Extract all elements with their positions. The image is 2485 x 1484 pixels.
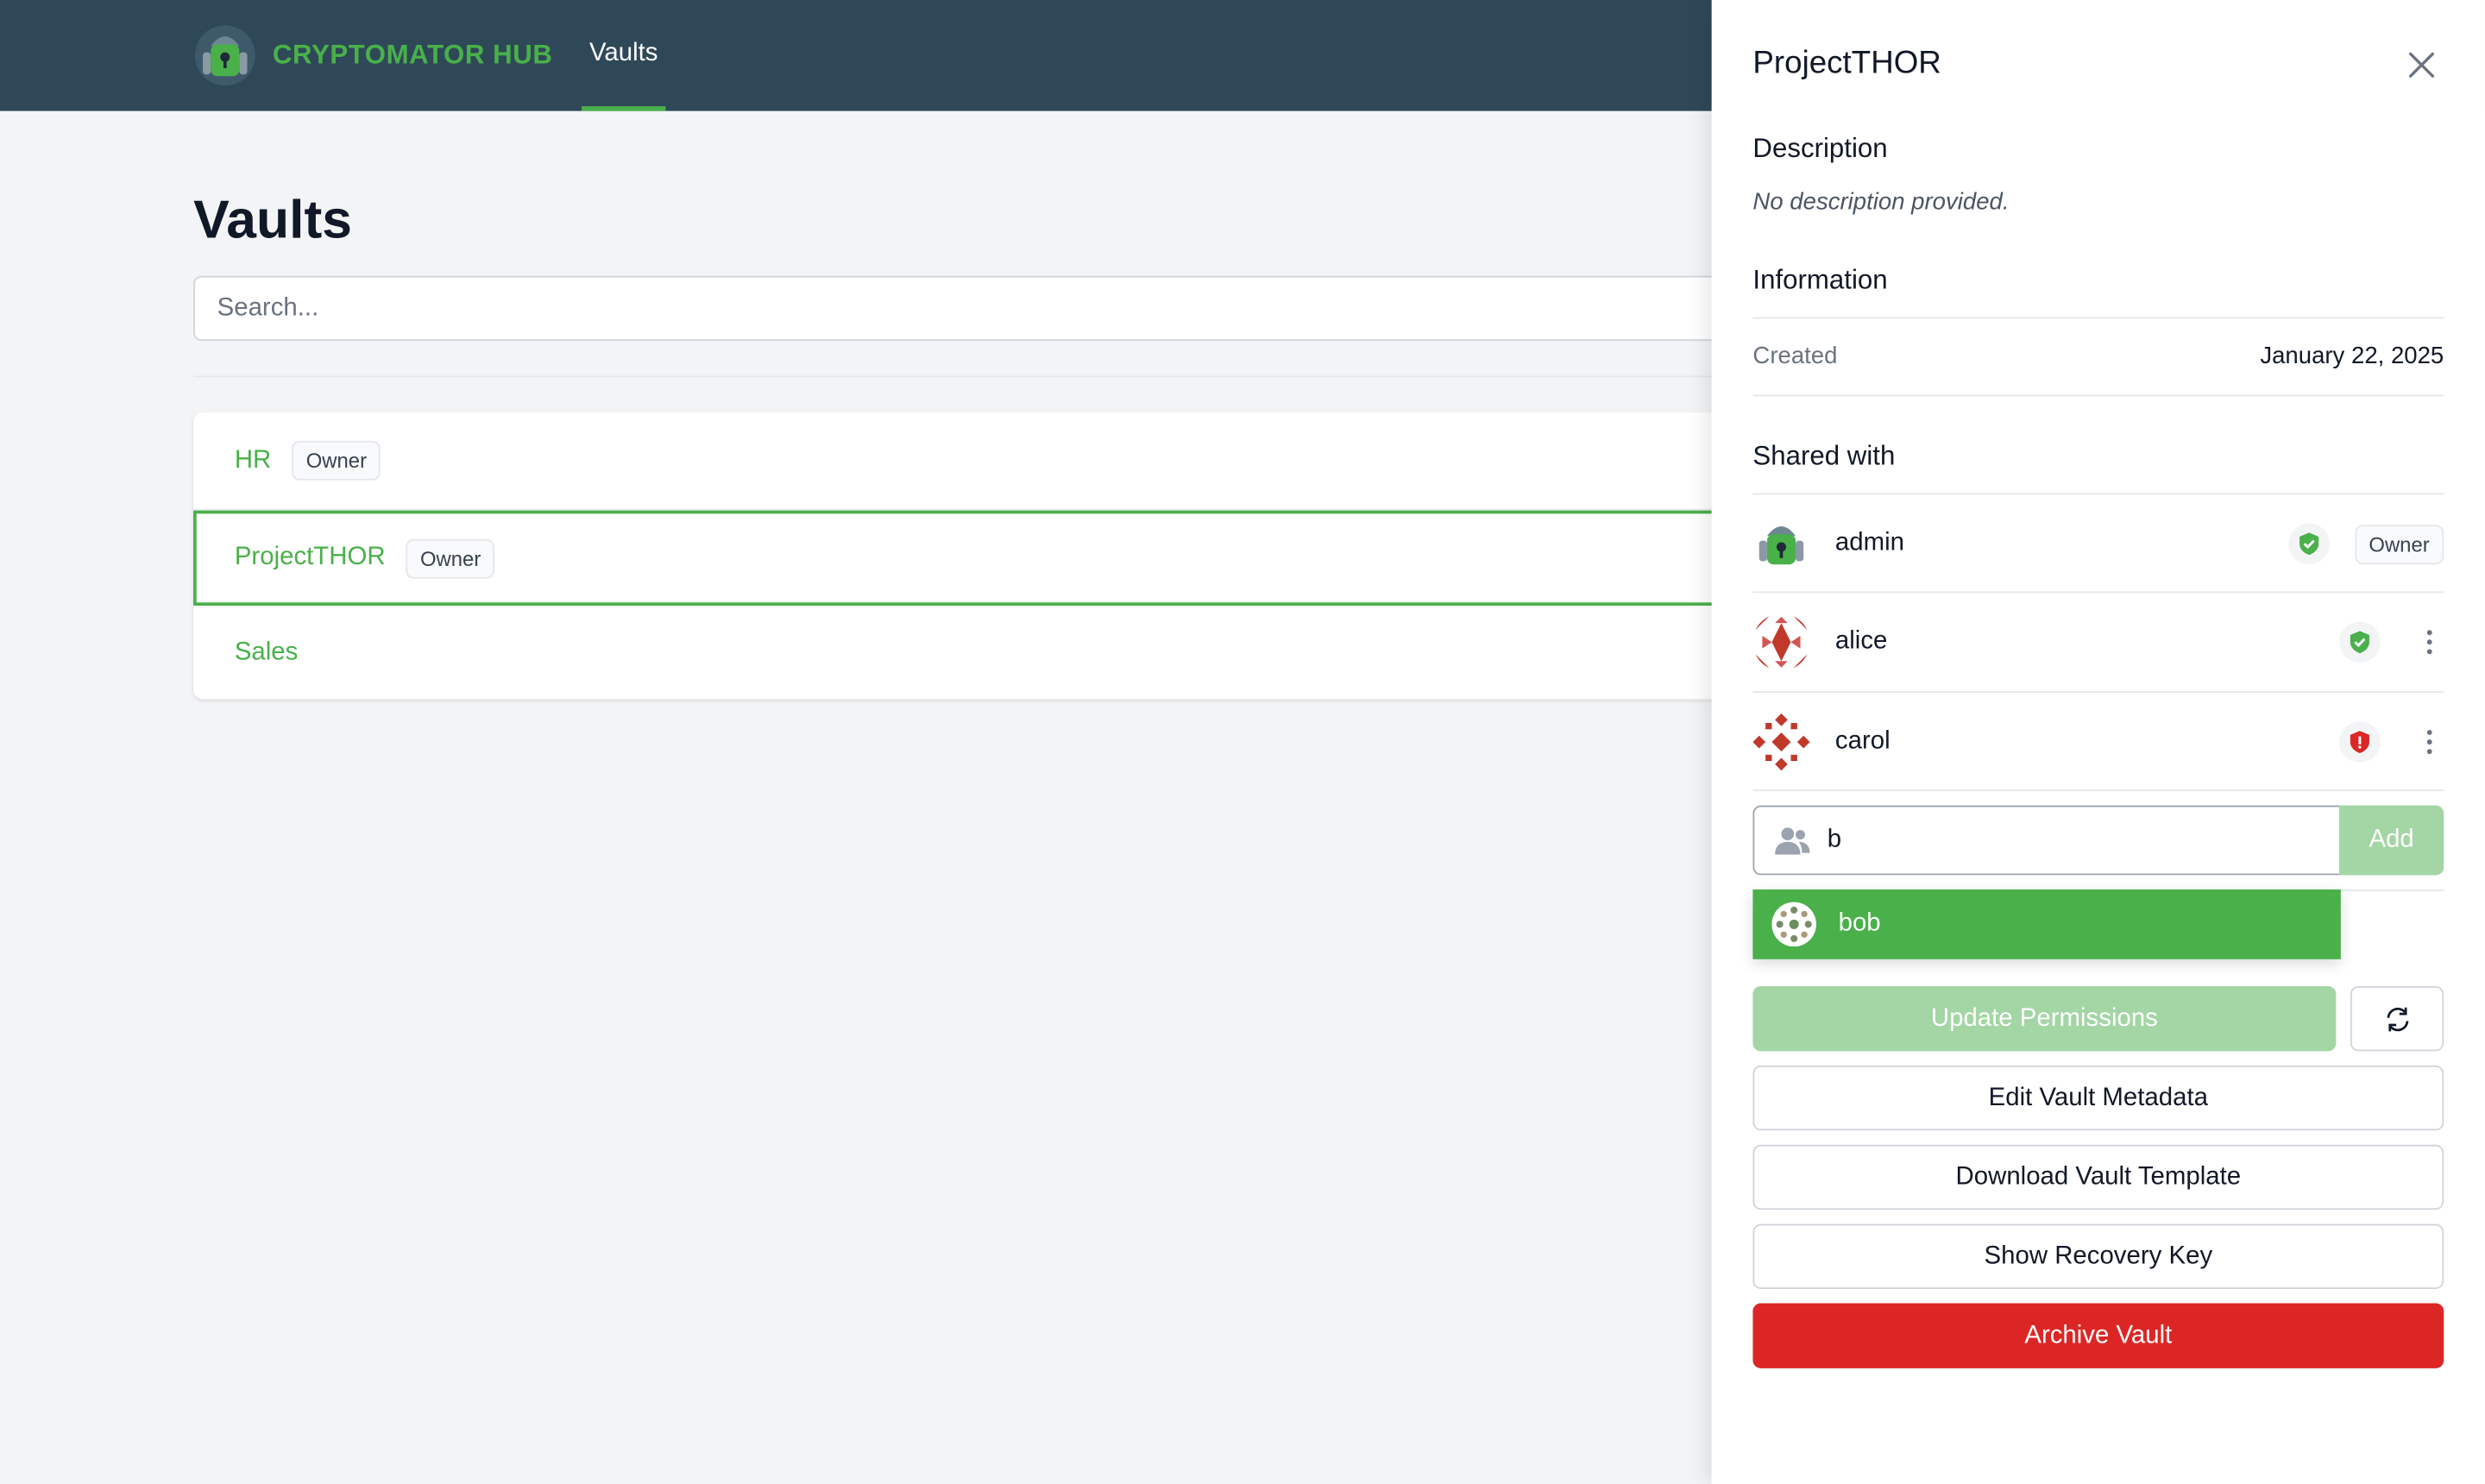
divider [1752,394,2444,397]
member-actions: Owner [2287,494,2444,593]
search-input[interactable] [193,275,1778,342]
show-recovery-key-button[interactable]: Show Recovery Key [1752,1223,2444,1289]
edit-vault-metadata-button[interactable]: Edit Vault Metadata [1752,1065,2444,1131]
member-name: alice [1834,627,1888,655]
divider [1752,789,2444,791]
avatar [1752,713,1810,771]
information-heading: Information [1752,264,1888,295]
description-text: No description provided. [1752,188,2010,216]
archive-vault-button[interactable]: Archive Vault [1752,1303,2444,1368]
shield-exclamation-icon [2339,721,2381,763]
member-row-admin: admin Owner [1752,494,2444,593]
avatar [1752,515,1810,573]
brand-name: CRYPTOMATOR HUB [272,39,553,70]
member-row-carol: carol [1752,693,2444,791]
page-title: Vaults [193,190,353,251]
vault-detail-panel: ProjectTHOR Description No description p… [1711,0,2485,1484]
member-actions [2339,693,2444,791]
suggestion-item-bob[interactable]: bob [1752,889,2341,959]
description-heading: Description [1752,133,1888,164]
shield-check-icon [2339,621,2381,663]
cryptomator-logo-icon [194,25,255,86]
suggestion-name: bob [1838,909,1881,938]
add-member-group: Add [1752,805,2444,876]
vault-row-hr[interactable]: HR Owner [193,412,1778,511]
add-member-input[interactable] [1752,805,2343,876]
member-actions [2339,593,2444,691]
created-label: Created [1752,342,1838,370]
users-icon [1775,827,1810,855]
member-row-alice: alice [1752,593,2444,691]
more-options-icon[interactable] [2415,621,2444,663]
more-options-icon[interactable] [2415,721,2444,763]
refresh-icon [2386,1006,2408,1031]
owner-badge: Owner [406,538,495,578]
close-icon[interactable] [2404,47,2438,82]
brand[interactable]: CRYPTOMATOR HUB [193,24,552,88]
owner-badge: Owner [2354,524,2444,564]
member-name: admin [1834,529,1904,557]
add-button[interactable]: Add [2339,805,2444,876]
member-name: carol [1834,727,1890,755]
shared-heading: Shared with [1752,440,1896,471]
refresh-button[interactable] [2350,985,2444,1052]
divider [193,375,1778,378]
vault-name[interactable]: ProjectTHOR [235,544,386,572]
divider [1752,317,2444,319]
vault-row-projectthor[interactable]: ProjectTHOR Owner [193,510,1778,606]
owner-badge: Owner [292,440,381,481]
vault-row-sales[interactable]: Sales [193,606,1778,699]
panel-title: ProjectTHOR [1752,46,1941,81]
avatar [1771,902,1816,947]
update-permissions-button[interactable]: Update Permissions [1752,985,2337,1052]
created-value: January 22, 2025 [2260,342,2444,370]
avatar [1752,613,1810,671]
vault-name[interactable]: Sales [235,638,299,667]
nav-tab-vaults[interactable]: Vaults [582,0,666,111]
vault-name[interactable]: HR [235,446,271,475]
download-vault-template-button[interactable]: Download Vault Template [1752,1144,2444,1210]
vault-list: HR Owner ProjectTHOR Owner Sales [193,412,1778,700]
shield-check-icon [2287,523,2330,565]
